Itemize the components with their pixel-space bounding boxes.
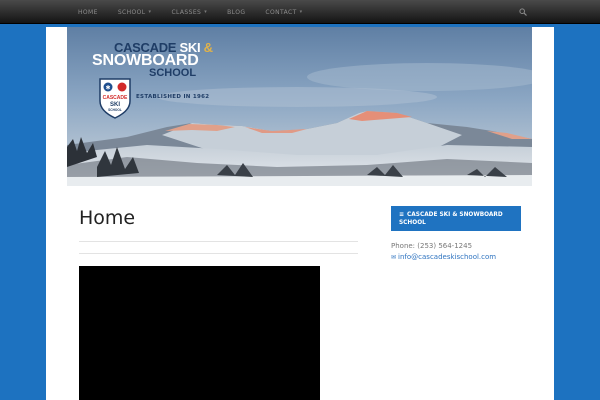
cascade-ski-school-badge-icon: ✱ CASCADE SKI SCHOOL xyxy=(97,77,133,119)
contact-phone: Phone: (253) 564-1245 xyxy=(391,242,473,250)
nav-item-classes[interactable]: Classes ▾ xyxy=(171,9,207,16)
chevron-down-icon: ▾ xyxy=(204,9,208,15)
chevron-down-icon: ▾ xyxy=(148,9,152,15)
menu-icon: ≡ xyxy=(399,211,405,218)
page-title: Home xyxy=(79,207,136,229)
top-navigation-bar: Home School ▾ Classes ▾ Blog Contact ▾ xyxy=(0,0,600,24)
contact-email-link[interactable]: ✉ info@cascadeskischool.com xyxy=(391,253,496,261)
svg-text:SCHOOL: SCHOOL xyxy=(108,108,122,112)
envelope-icon: ✉ xyxy=(391,253,397,261)
nav-item-school[interactable]: School ▾ xyxy=(118,9,152,16)
nav-item-home[interactable]: Home xyxy=(78,9,98,16)
sidebar-widget-title[interactable]: ≡ Cascade Ski & Snowboard School xyxy=(391,206,521,231)
svg-text:✱: ✱ xyxy=(105,85,110,92)
nav-item-contact[interactable]: Contact ▾ xyxy=(265,9,302,16)
search-icon[interactable] xyxy=(519,8,527,16)
chevron-down-icon: ▾ xyxy=(299,9,303,15)
divider xyxy=(79,253,358,254)
main-menu: Home School ▾ Classes ▾ Blog Contact ▾ xyxy=(78,0,323,24)
page-container: CASCADE SKI & SNOWBOARD SCHOOL ESTABLISH… xyxy=(46,27,554,400)
school-logo[interactable]: CASCADE SKI & SNOWBOARD SCHOOL ESTABLISH… xyxy=(92,41,213,119)
divider xyxy=(79,241,358,242)
header-banner[interactable]: CASCADE SKI & SNOWBOARD SCHOOL ESTABLISH… xyxy=(67,27,532,186)
nav-item-blog[interactable]: Blog xyxy=(227,9,245,16)
video-embed[interactable] xyxy=(79,266,320,400)
svg-text:CASCADE: CASCADE xyxy=(103,95,128,101)
